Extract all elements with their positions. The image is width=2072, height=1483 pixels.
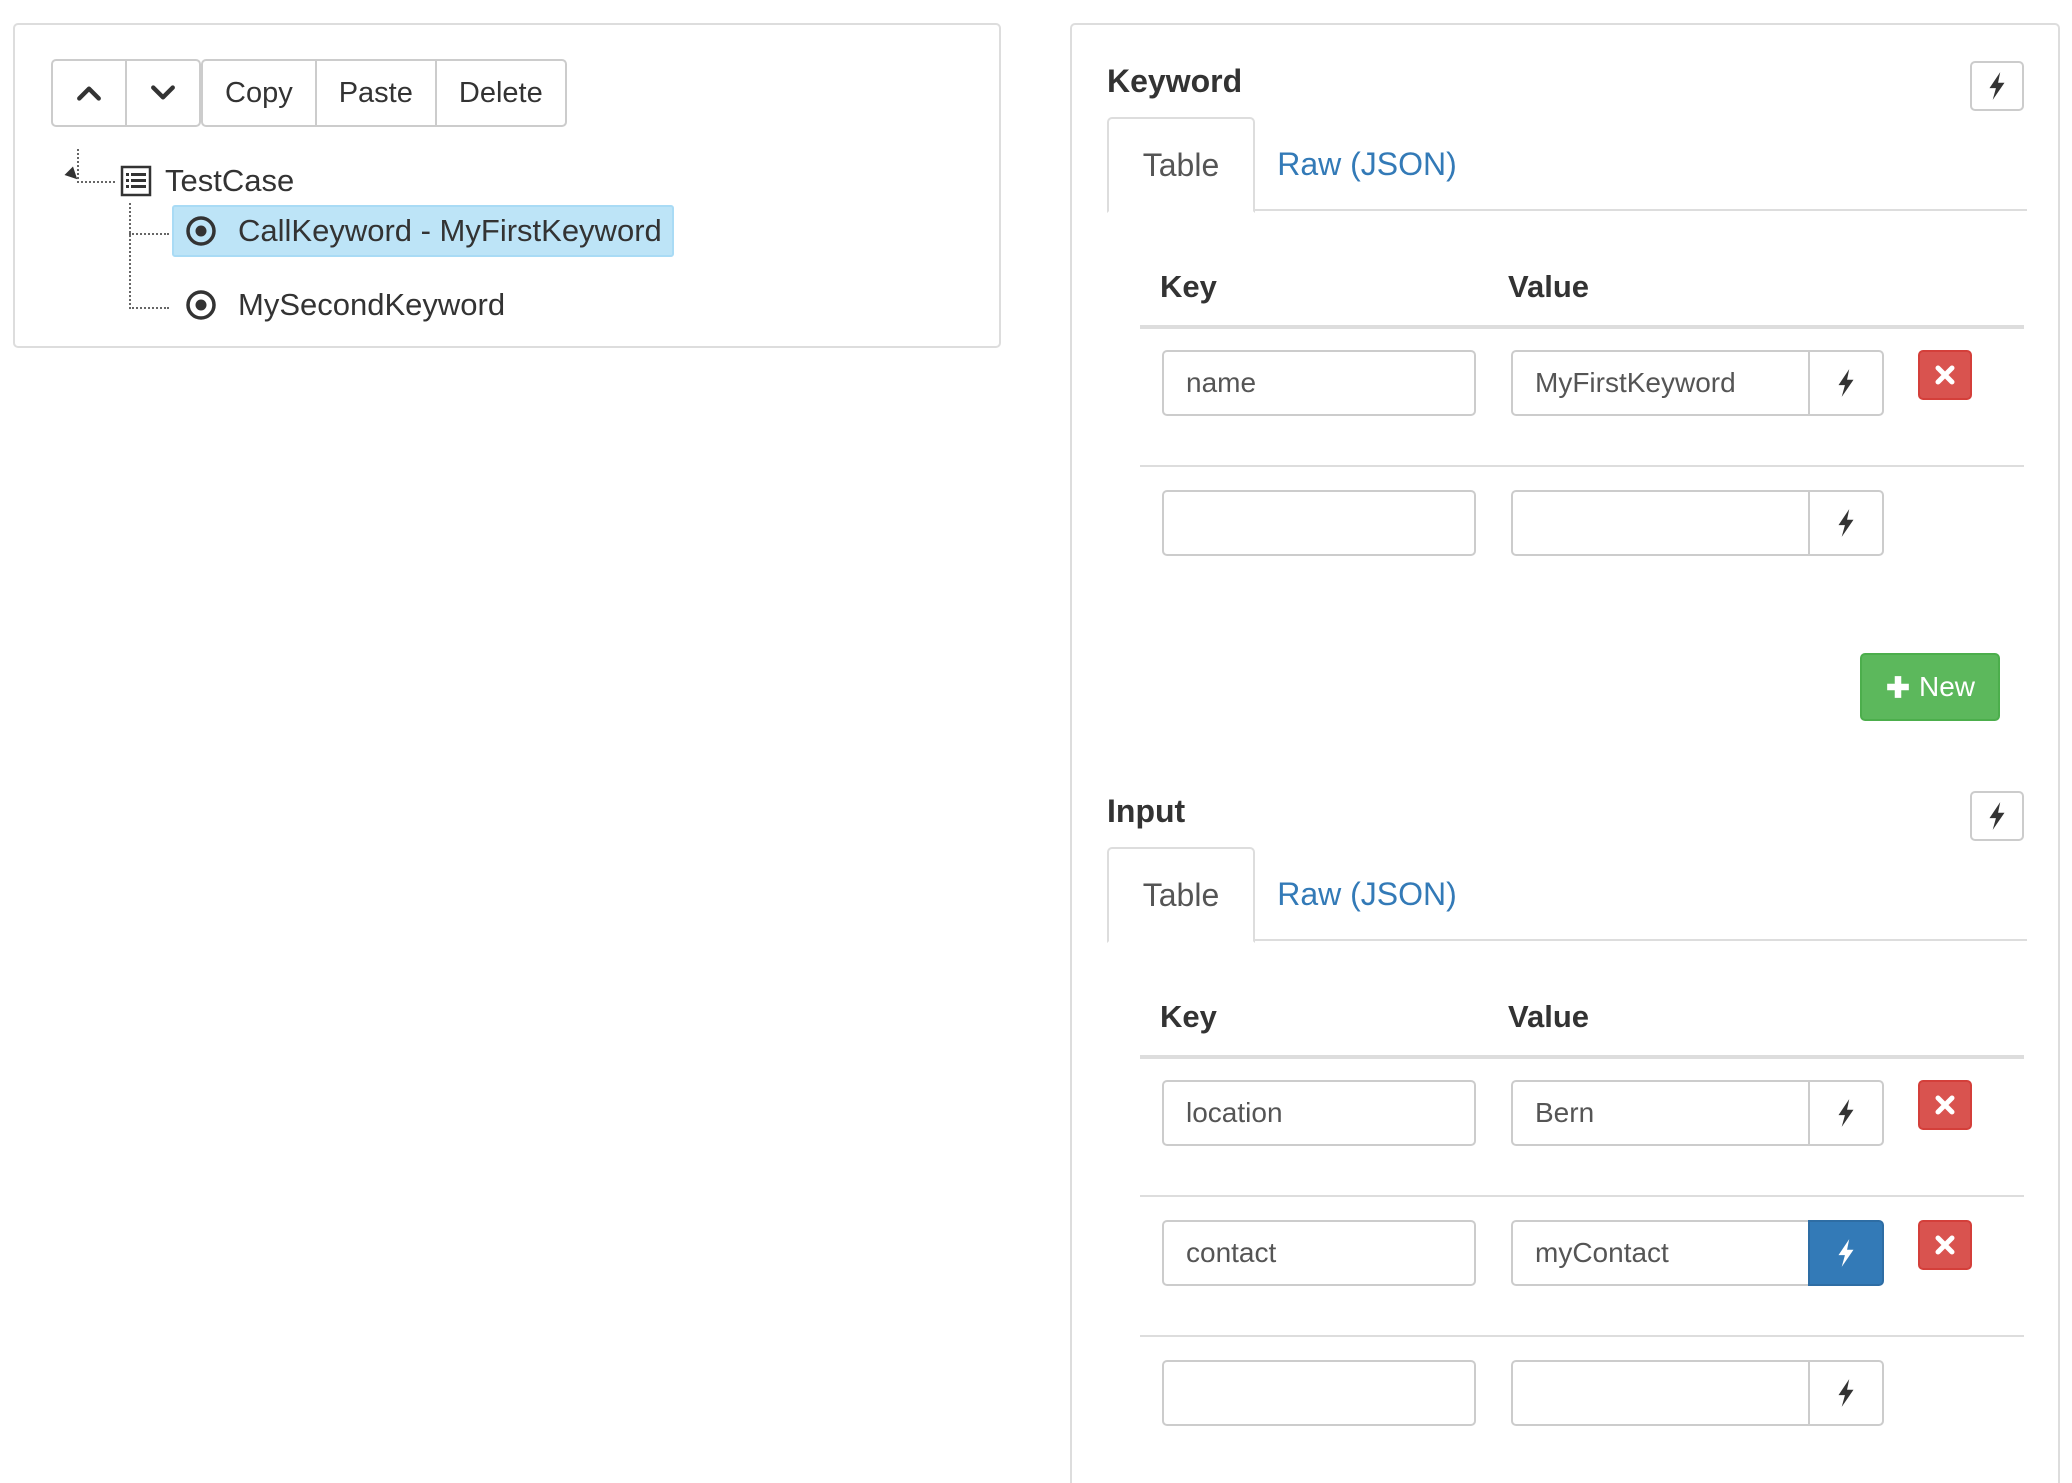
tab-raw-json[interactable]: Raw (JSON) bbox=[1267, 847, 1467, 941]
column-header-key: Key bbox=[1160, 269, 1217, 304]
move-down-button[interactable] bbox=[125, 59, 201, 127]
bind-value-button-active[interactable] bbox=[1808, 1220, 1884, 1286]
chevron-down-icon bbox=[151, 85, 175, 100]
paste-button[interactable]: Paste bbox=[314, 59, 437, 127]
flash-icon bbox=[1838, 1379, 1854, 1407]
input-tabs: Table Raw (JSON) bbox=[1107, 847, 2027, 943]
delete-row-button[interactable] bbox=[1918, 1220, 1972, 1270]
delete-row-button[interactable] bbox=[1918, 350, 1972, 400]
tree-connector bbox=[129, 233, 169, 235]
chevron-up-icon bbox=[77, 86, 101, 101]
copy-button[interactable]: Copy bbox=[201, 59, 317, 127]
plus-icon bbox=[1887, 676, 1909, 698]
tree-panel: Copy Paste Delete TestCase CallKeyword -… bbox=[13, 23, 1001, 348]
tree-toolbar: Copy Paste Delete bbox=[51, 59, 567, 127]
tree-connector bbox=[129, 203, 131, 309]
column-header-key: Key bbox=[1160, 999, 1217, 1034]
list-alt-icon bbox=[120, 165, 152, 197]
bind-value-button[interactable] bbox=[1808, 350, 1884, 416]
key-input[interactable] bbox=[1162, 1360, 1476, 1426]
tab-raw-json[interactable]: Raw (JSON) bbox=[1267, 117, 1467, 211]
tree-connector bbox=[77, 181, 115, 183]
table-row-divider bbox=[1140, 1335, 2024, 1337]
tree-node-selection: CallKeyword - MyFirstKeyword bbox=[172, 205, 674, 257]
flash-icon bbox=[1838, 509, 1854, 537]
record-icon bbox=[186, 290, 216, 320]
tab-table[interactable]: Table bbox=[1107, 847, 1255, 943]
keyword-section-title: Keyword bbox=[1107, 63, 1243, 99]
flash-icon bbox=[1989, 72, 2005, 100]
key-input[interactable]: location bbox=[1162, 1080, 1476, 1146]
value-input[interactable] bbox=[1511, 1360, 1811, 1426]
flash-icon bbox=[1838, 1239, 1854, 1267]
column-header-value: Value bbox=[1508, 999, 1589, 1034]
bind-value-button[interactable] bbox=[1808, 1080, 1884, 1146]
value-input[interactable]: myContact bbox=[1511, 1220, 1811, 1286]
table-row-divider bbox=[1140, 1195, 2024, 1197]
new-row-label: New bbox=[1918, 671, 1975, 702]
delete-button[interactable]: Delete bbox=[434, 59, 567, 127]
column-header-value: Value bbox=[1508, 269, 1589, 304]
flash-icon bbox=[1838, 369, 1854, 397]
remove-icon bbox=[1935, 365, 1955, 385]
remove-icon bbox=[1935, 1095, 1955, 1115]
move-button-group bbox=[51, 59, 201, 127]
key-input[interactable] bbox=[1162, 490, 1476, 556]
table-header-divider bbox=[1140, 325, 2024, 329]
tree-node-mysecondkeyword[interactable]: MySecondKeyword bbox=[172, 279, 517, 331]
key-input[interactable]: name bbox=[1162, 350, 1476, 416]
keyword-bind-button[interactable] bbox=[1970, 61, 2024, 111]
move-up-button[interactable] bbox=[51, 59, 127, 127]
bind-value-button[interactable] bbox=[1808, 1360, 1884, 1426]
remove-icon bbox=[1935, 1235, 1955, 1255]
value-input[interactable] bbox=[1511, 490, 1811, 556]
tree-node-testcase[interactable]: TestCase bbox=[119, 157, 306, 205]
tree-node-label: MySecondKeyword bbox=[238, 287, 506, 322]
tab-table[interactable]: Table bbox=[1107, 117, 1255, 213]
table-row-divider bbox=[1140, 465, 2024, 467]
value-input[interactable]: Bern bbox=[1511, 1080, 1811, 1146]
tree-node-selection: MySecondKeyword bbox=[172, 279, 517, 331]
record-icon bbox=[186, 216, 216, 246]
table-header-divider bbox=[1140, 1055, 2024, 1059]
tree-connector bbox=[129, 307, 169, 309]
delete-row-button[interactable] bbox=[1918, 1080, 1972, 1130]
tree-node-callkeyword[interactable]: CallKeyword - MyFirstKeyword bbox=[172, 205, 674, 257]
input-bind-button[interactable] bbox=[1970, 791, 2024, 841]
keyword-tabs: Table Raw (JSON) bbox=[1107, 117, 2027, 213]
bind-value-button[interactable] bbox=[1808, 490, 1884, 556]
flash-icon bbox=[1989, 802, 2005, 830]
editor-panel: Keyword Table Raw (JSON) Key Value name … bbox=[1070, 23, 2060, 1483]
clipboard-button-group: Copy Paste Delete bbox=[201, 59, 567, 127]
value-input[interactable]: MyFirstKeyword bbox=[1511, 350, 1811, 416]
input-section-title: Input bbox=[1107, 793, 1186, 829]
flash-icon bbox=[1838, 1099, 1854, 1127]
tree-node-label: CallKeyword - MyFirstKeyword bbox=[238, 213, 662, 248]
tree-node-label: TestCase bbox=[165, 163, 295, 198]
new-row-button[interactable]: New bbox=[1860, 653, 2000, 721]
key-input[interactable]: contact bbox=[1162, 1220, 1476, 1286]
